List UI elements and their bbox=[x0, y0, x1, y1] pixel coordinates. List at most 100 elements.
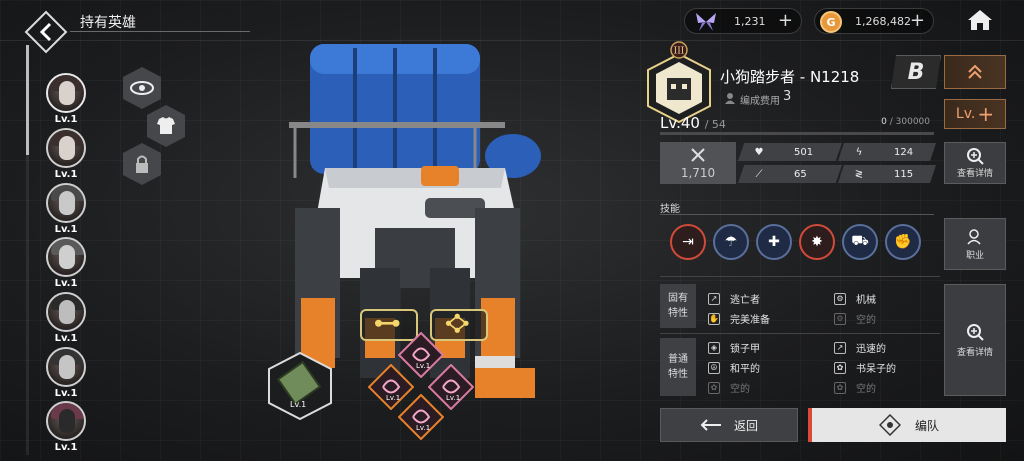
hero-list-item[interactable]: Lv.1 bbox=[46, 401, 86, 457]
combat-power: 1,710 bbox=[660, 142, 736, 184]
hero-level: Lv.1 bbox=[54, 388, 78, 399]
rune-level: Lv.1 bbox=[446, 394, 461, 402]
return-button[interactable]: 返回 bbox=[660, 408, 798, 442]
normal-trait-empty[interactable]: ✿ 空的 bbox=[708, 380, 750, 395]
normal-trait[interactable]: ↗ 迅速的 bbox=[834, 340, 886, 355]
innate-trait[interactable]: ⚙ 机械 bbox=[834, 291, 876, 306]
empty-slot-icon: ✿ bbox=[834, 381, 846, 394]
cat-icon: ✿ bbox=[834, 361, 846, 374]
skills-divider bbox=[660, 214, 934, 215]
stat-crit: ⟋ 65 bbox=[738, 165, 842, 183]
hero-avatar bbox=[46, 347, 86, 387]
hero-list-item[interactable]: Lv.1 bbox=[46, 73, 86, 129]
trait-name: 锁子甲 bbox=[730, 344, 760, 355]
trait-name: 空的 bbox=[730, 384, 750, 395]
fist-skill-icon: ✊ bbox=[894, 234, 912, 250]
job-label: 职业 bbox=[965, 250, 984, 261]
dash-skill-icon: ⇥ bbox=[682, 234, 694, 250]
normal-trait[interactable]: ✿ 书呆子的 bbox=[834, 360, 896, 375]
rank-up-button[interactable] bbox=[944, 55, 1006, 89]
innate-trait[interactable]: ✋ 完美准备 bbox=[708, 311, 770, 326]
rune-slot-bottom[interactable]: Lv.1 bbox=[397, 393, 445, 441]
empty-slot-icon: ✿ bbox=[708, 381, 720, 394]
heart-icon: ♥ bbox=[754, 146, 764, 158]
return-label: 返回 bbox=[733, 418, 758, 433]
hero-level-display: Lv.40 / 54 bbox=[660, 114, 726, 132]
traits-divider bbox=[660, 333, 940, 334]
plus-icon: + bbox=[977, 102, 995, 126]
dove-icon: ☮ bbox=[708, 361, 720, 374]
hero-list-item[interactable]: Lv.1 bbox=[46, 237, 86, 293]
skill-slot-3[interactable]: ✚ bbox=[756, 224, 792, 260]
hero-avatar bbox=[46, 73, 86, 113]
title-underline bbox=[70, 31, 250, 32]
hero-level: Lv.1 bbox=[54, 224, 78, 235]
innate-trait-empty[interactable]: ⚙ 空的 bbox=[834, 311, 876, 326]
stat-hp: ♥ 501 bbox=[738, 143, 842, 161]
hero-level: Lv.1 bbox=[54, 278, 78, 289]
stats-detail-label: 查看详情 bbox=[956, 169, 993, 179]
cross-skill-icon: ✚ bbox=[768, 234, 780, 250]
traits-detail-button[interactable]: 查看详情 bbox=[944, 284, 1006, 396]
trait-name: 和平的 bbox=[730, 364, 760, 375]
crossed-swords-icon bbox=[691, 148, 705, 162]
lock-button[interactable] bbox=[122, 142, 162, 186]
chip-card-icon bbox=[268, 351, 332, 421]
hero-list-item[interactable]: Lv.1 bbox=[46, 183, 86, 239]
currency-gem: 1,231 + bbox=[684, 8, 802, 34]
hero-avatar bbox=[46, 401, 86, 441]
stat-attack-value: 124 bbox=[894, 146, 914, 158]
current-level: Lv.40 bbox=[660, 114, 700, 132]
rune-level: Lv.1 bbox=[416, 424, 431, 432]
trait-name: 空的 bbox=[856, 384, 876, 395]
innate-trait[interactable]: ↗ 逃亡者 bbox=[708, 291, 760, 306]
team-button[interactable]: 编队 bbox=[808, 408, 1006, 442]
normal-traits-label-line1: 普通 bbox=[668, 354, 688, 365]
add-gold-button[interactable]: + bbox=[910, 10, 925, 31]
butterfly-gem-icon bbox=[696, 13, 716, 31]
exp-current: 0 bbox=[881, 117, 887, 127]
person-icon bbox=[725, 93, 735, 104]
combat-power-value: 1,710 bbox=[680, 166, 716, 180]
skill-slot-5[interactable]: ⛟ bbox=[842, 224, 878, 260]
hero-list-item[interactable]: Lv.1 bbox=[46, 292, 86, 348]
stats-detail-button[interactable]: 查看详情 bbox=[944, 142, 1006, 184]
gem-amount: 1,231 bbox=[734, 15, 766, 28]
hero-level: Lv.1 bbox=[54, 333, 78, 344]
skill-slot-6[interactable]: ✊ bbox=[885, 224, 921, 260]
deploy-cost-label: 编成费用 bbox=[740, 96, 780, 107]
normal-trait[interactable]: ◈ 锁子甲 bbox=[708, 340, 760, 355]
hero-list-item[interactable]: Lv.1 bbox=[46, 128, 86, 184]
add-gem-button[interactable]: + bbox=[778, 10, 793, 31]
stat-hp-value: 501 bbox=[794, 146, 814, 158]
team-label: 编队 bbox=[914, 418, 939, 433]
normal-traits-label: 普通 特性 bbox=[660, 338, 696, 396]
trait-name: 逃亡者 bbox=[730, 295, 760, 306]
hero-list-item[interactable]: Lv.1 bbox=[46, 347, 86, 403]
level-up-button[interactable]: Lv. + bbox=[944, 99, 1006, 129]
normal-trait[interactable]: ☮ 和平的 bbox=[708, 360, 760, 375]
speed-icon: ≷ bbox=[854, 168, 864, 180]
equipment-slot[interactable]: Lv.1 bbox=[268, 351, 332, 421]
trait-name: 完美准备 bbox=[730, 315, 770, 326]
trait-name: 空的 bbox=[856, 315, 876, 326]
trait-icon: ↗ bbox=[708, 292, 720, 305]
skill-slot-2[interactable]: ☂ bbox=[713, 224, 749, 260]
hero-avatar bbox=[46, 292, 86, 332]
hero-list: Lv.1 Lv.1 Lv.1 Lv.1 Lv.1 Lv.1 Lv.1 bbox=[26, 45, 96, 461]
zoom-in-icon bbox=[967, 323, 984, 341]
job-button[interactable]: 职业 bbox=[944, 218, 1006, 270]
skill-slot-4[interactable]: ✸ bbox=[799, 224, 835, 260]
normal-trait-empty[interactable]: ✿ 空的 bbox=[834, 380, 876, 395]
stat-attack: ϟ 124 bbox=[838, 143, 936, 161]
home-button[interactable] bbox=[966, 8, 994, 32]
hero-name: 小狗踏步者 - N1218 bbox=[720, 68, 860, 86]
stat-speed-value: 115 bbox=[894, 168, 914, 180]
currency-gold: G 1,268,482 + bbox=[814, 8, 934, 34]
vehicle-skill-icon: ⛟ bbox=[851, 233, 869, 249]
skill-slot-1[interactable]: ⇥ bbox=[670, 224, 706, 260]
lightning-icon: ϟ bbox=[855, 146, 863, 158]
zoom-in-icon bbox=[967, 148, 984, 165]
formation-icon bbox=[878, 414, 901, 436]
hero-level: Lv.1 bbox=[54, 442, 78, 453]
